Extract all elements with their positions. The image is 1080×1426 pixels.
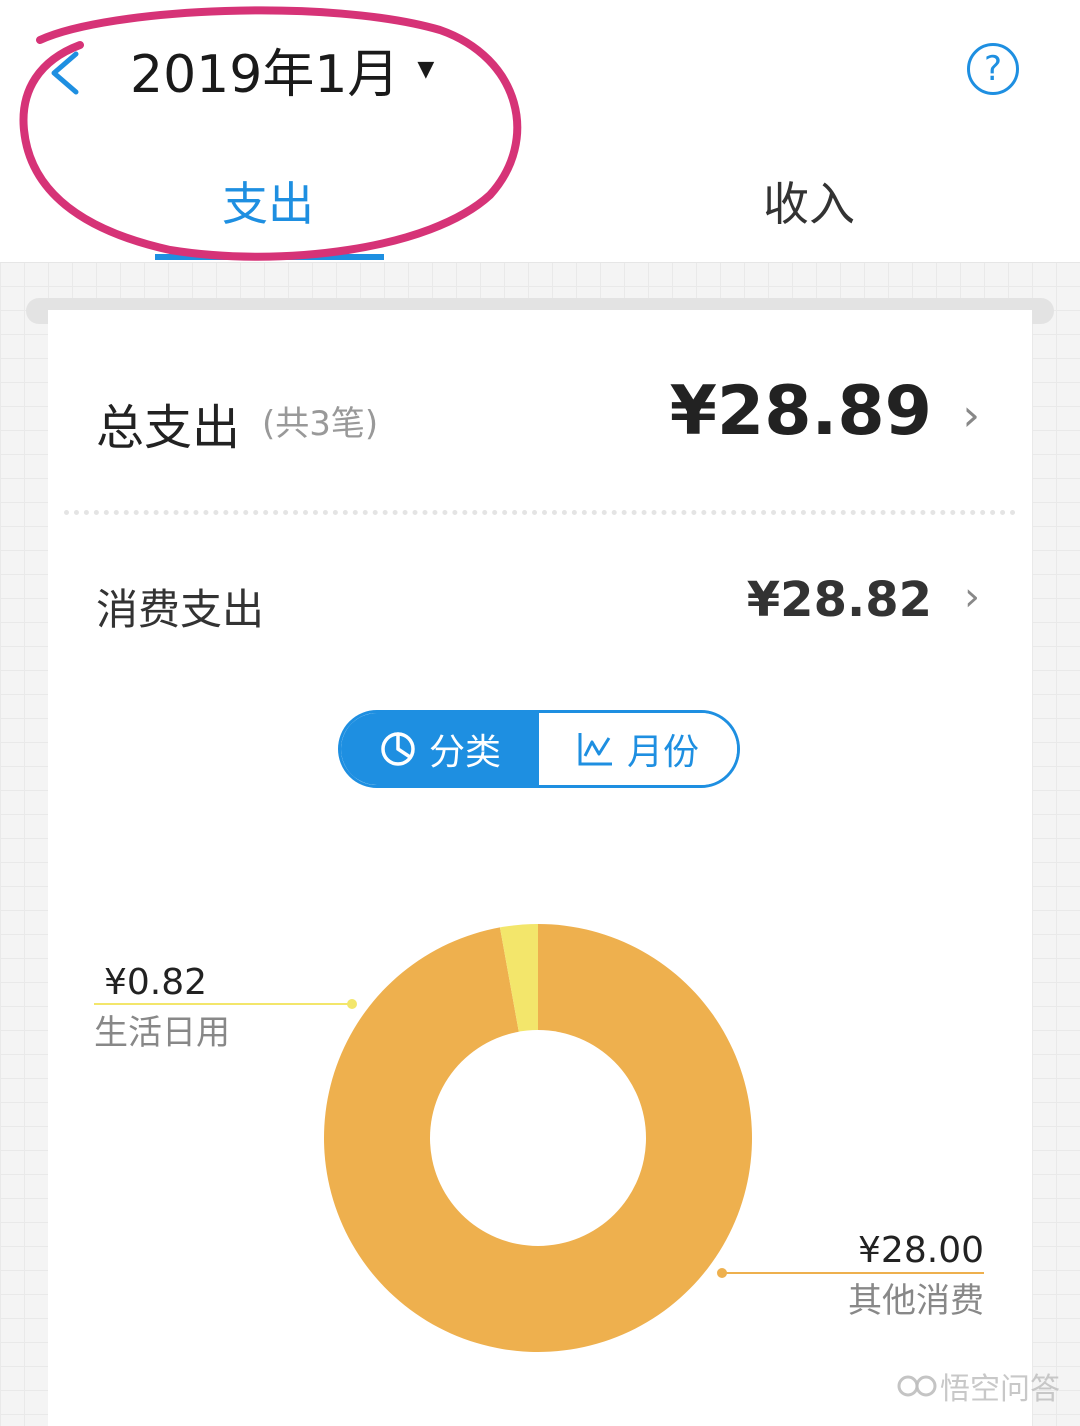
slice-amount-daily: ¥0.82 xyxy=(104,962,207,1003)
donut-hole xyxy=(430,1030,646,1246)
slice-amount-other: ¥28.00 xyxy=(858,1230,984,1271)
category-donut-chart: ¥0.82 生活日用 ¥28.00 其他消费 xyxy=(94,924,984,1352)
wukong-logo-icon xyxy=(897,1375,937,1397)
slice-name-daily: 生活日用 xyxy=(94,1013,230,1053)
watermark-text: 悟空问答 xyxy=(940,1372,1060,1407)
leader-dot-other xyxy=(717,1268,727,1278)
slice-name-other: 其他消费 xyxy=(848,1281,984,1321)
leader-dot-daily xyxy=(347,999,357,1009)
watermark: 悟空问答 xyxy=(896,1364,1060,1408)
